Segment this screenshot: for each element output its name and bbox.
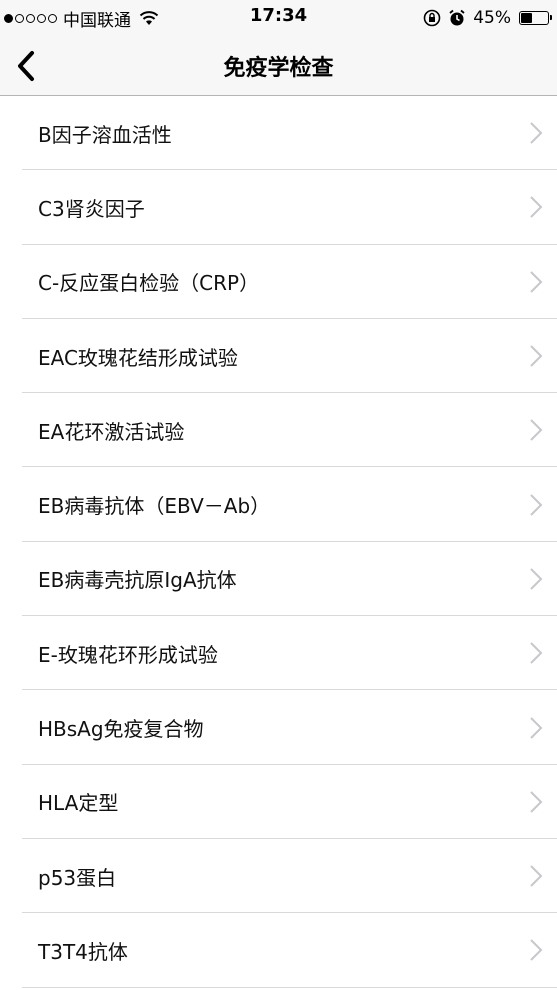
list-item[interactable]: E-玫瑰花环形成试验 <box>0 616 557 691</box>
list-item[interactable]: C-反应蛋白检验（CRP） <box>0 245 557 320</box>
status-bar: 中国联通 17:34 45% <box>0 0 557 36</box>
test-list: B因子溶血活性 C3肾炎因子 C-反应蛋白检验（CRP） EAC玫瑰花结形成试验… <box>0 96 557 988</box>
list-item-label: HLA定型 <box>38 791 119 816</box>
list-item-label: E-玫瑰花环形成试验 <box>38 642 218 667</box>
chevron-right-icon <box>530 568 543 590</box>
chevron-right-icon <box>530 493 543 516</box>
list-item[interactable]: C3肾炎因子 <box>0 170 557 245</box>
list-item-label: p53蛋白 <box>38 865 117 890</box>
chevron-right-icon <box>530 419 543 442</box>
list-item-label: B因子溶血活性 <box>38 122 172 147</box>
list-item-label: HBsAg免疫复合物 <box>38 717 204 742</box>
chevron-right-icon <box>530 716 543 739</box>
list-item[interactable]: HBsAg免疫复合物 <box>0 690 557 765</box>
list-item[interactable]: B因子溶血活性 <box>0 96 557 171</box>
rotation-lock-icon <box>423 9 441 27</box>
alarm-icon <box>449 9 465 26</box>
list-item-label: C-反应蛋白检验（CRP） <box>38 271 260 296</box>
list-item-label: EB病毒抗体（EBV－Ab） <box>38 494 271 519</box>
chevron-right-icon <box>530 791 543 813</box>
status-right: 45% <box>423 6 552 30</box>
chevron-right-icon <box>530 939 543 962</box>
navigation-bar: 免疫学检查 <box>0 36 557 96</box>
list-item-label: T3T4抗体 <box>38 939 128 964</box>
list-item-label: EAC玫瑰花结形成试验 <box>38 345 238 370</box>
chevron-right-icon <box>530 196 543 219</box>
list-item[interactable]: EA花环激活试验 <box>0 393 557 468</box>
battery-percent: 45% <box>473 8 511 28</box>
list-item[interactable]: EAC玫瑰花结形成试验 <box>0 319 557 394</box>
chevron-right-icon <box>530 345 543 367</box>
list-item[interactable]: EB病毒抗体（EBV－Ab） <box>0 467 557 543</box>
chevron-right-icon <box>530 271 543 293</box>
chevron-left-icon <box>18 51 34 81</box>
list-item-label: EA花环激活试验 <box>38 419 185 444</box>
list-item[interactable]: EB病毒壳抗原IgA抗体 <box>0 542 557 617</box>
chevron-right-icon <box>530 865 543 887</box>
list-item[interactable]: T3T4抗体 <box>0 913 557 988</box>
list-item-label: EB病毒壳抗原IgA抗体 <box>38 568 237 593</box>
list-item[interactable]: HLA定型 <box>0 765 557 840</box>
list-item-label: C3肾炎因子 <box>38 196 145 221</box>
back-button[interactable] <box>10 49 42 83</box>
battery-icon <box>519 11 552 25</box>
list-item[interactable]: p53蛋白 <box>0 839 557 914</box>
chevron-right-icon <box>530 642 543 664</box>
chevron-right-icon <box>530 122 543 144</box>
page-title: 免疫学检查 <box>223 56 334 81</box>
